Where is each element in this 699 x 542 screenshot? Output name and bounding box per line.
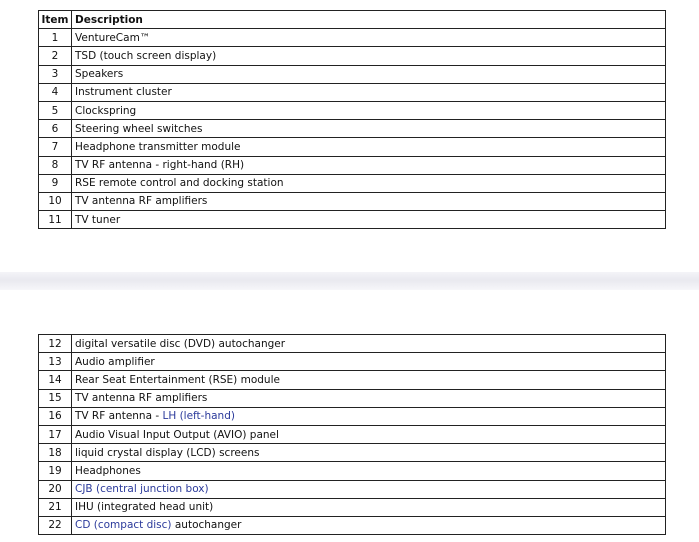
table-row: 2 TSD (touch screen display) (38, 46, 666, 66)
item-number: 17 (38, 424, 72, 445)
table-row: 7 Headphone transmitter module (38, 137, 666, 157)
components-table-part-2: 12 digital versatile disc (DVD) autochan… (38, 333, 666, 536)
item-number: 22 (38, 515, 72, 536)
table-row: 17 Audio Visual Input Output (AVIO) pane… (38, 424, 666, 445)
item-number: 14 (38, 370, 72, 390)
table-row: 19 Headphones (38, 461, 666, 481)
table-row: 1 VentureCam™ (38, 28, 666, 48)
item-description: Speakers (71, 64, 666, 84)
table-row: 11 TV tuner (38, 210, 666, 230)
item-column-header: Item (38, 9, 72, 30)
table-row: 13 Audio amplifier (38, 352, 666, 372)
item-number: 19 (38, 461, 72, 481)
item-number: 21 (38, 497, 72, 517)
item-description: TV antenna RF amplifiers (71, 191, 666, 212)
table-row: 9 RSE remote control and docking station (38, 173, 666, 193)
item-number: 16 (38, 406, 72, 426)
table-row: 10 TV antenna RF amplifiers (38, 191, 666, 212)
table-row: 16 TV RF antenna - LH (left-hand) (38, 406, 666, 426)
item-number: 6 (38, 119, 72, 139)
table-row: 21 IHU (integrated head unit) (38, 497, 666, 517)
lh-left-hand-link[interactable]: LH (left-hand) (162, 410, 234, 422)
table-row: 5 Clockspring (38, 100, 666, 121)
item-description: Audio Visual Input Output (AVIO) panel (71, 424, 666, 445)
item-description: CJB (central junction box) (71, 479, 666, 499)
item-description: liquid crystal display (LCD) screens (71, 443, 666, 463)
item-description: TV antenna RF amplifiers (71, 388, 666, 408)
table-row: 6 Steering wheel switches (38, 119, 666, 139)
item-description: RSE remote control and docking station (71, 173, 666, 193)
item-description: Headphone transmitter module (71, 137, 666, 157)
page-divider (0, 272, 699, 290)
description-text: autochanger (171, 519, 242, 532)
table-row: 20 CJB (central junction box) (38, 479, 666, 499)
cjb-link[interactable]: CJB (central junction box) (75, 483, 209, 495)
table-row: 3 Speakers (38, 64, 666, 84)
item-number: 18 (38, 443, 72, 463)
table-row: 8 TV RF antenna - right-hand (RH) (38, 155, 666, 175)
table-section-1: Item Description 1 VentureCam™ 2 TSD (to… (0, 0, 699, 230)
table-row: 18 liquid crystal display (LCD) screens (38, 443, 666, 463)
item-description: CD (compact disc) autochanger (71, 515, 666, 536)
item-description: Headphones (71, 461, 666, 481)
table-row: 4 Instrument cluster (38, 82, 666, 102)
table-row: 14 Rear Seat Entertainment (RSE) module (38, 370, 666, 390)
table-row: 15 TV antenna RF amplifiers (38, 388, 666, 408)
item-description: Instrument cluster (71, 82, 666, 102)
table-row: 12 digital versatile disc (DVD) autochan… (38, 333, 666, 354)
item-description: Audio amplifier (71, 352, 666, 372)
item-number: 13 (38, 352, 72, 372)
cd-compact-disc-link[interactable]: CD (compact disc) (75, 519, 172, 531)
item-description: Rear Seat Entertainment (RSE) module (71, 370, 666, 390)
item-number: 9 (38, 173, 72, 193)
description-column-header: Description (71, 9, 666, 30)
item-number: 10 (38, 191, 72, 212)
item-description: IHU (integrated head unit) (71, 497, 666, 517)
item-description: Clockspring (71, 100, 666, 121)
item-description: TSD (touch screen display) (71, 46, 666, 66)
item-number: 12 (38, 333, 72, 354)
page: Item Description 1 VentureCam™ 2 TSD (to… (0, 0, 699, 542)
description-text: TV RF antenna - (75, 410, 163, 423)
item-description: TV tuner (71, 210, 666, 230)
components-table-part-1: Item Description 1 VentureCam™ 2 TSD (to… (38, 9, 666, 230)
table-row: 22 CD (compact disc) autochanger (38, 515, 666, 536)
table-header-row: Item Description (38, 9, 666, 30)
item-description: VentureCam™ (71, 28, 666, 48)
item-number: 4 (38, 82, 72, 102)
item-number: 2 (38, 46, 72, 66)
item-number: 1 (38, 28, 72, 48)
item-number: 8 (38, 155, 72, 175)
item-description: TV RF antenna - LH (left-hand) (71, 406, 666, 426)
item-description: TV RF antenna - right-hand (RH) (71, 155, 666, 175)
item-number: 11 (38, 210, 72, 230)
item-number: 7 (38, 137, 72, 157)
item-number: 5 (38, 100, 72, 121)
item-description: digital versatile disc (DVD) autochanger (71, 333, 666, 354)
item-number: 20 (38, 479, 72, 499)
item-number: 3 (38, 64, 72, 84)
item-number: 15 (38, 388, 72, 408)
item-description: Steering wheel switches (71, 119, 666, 139)
